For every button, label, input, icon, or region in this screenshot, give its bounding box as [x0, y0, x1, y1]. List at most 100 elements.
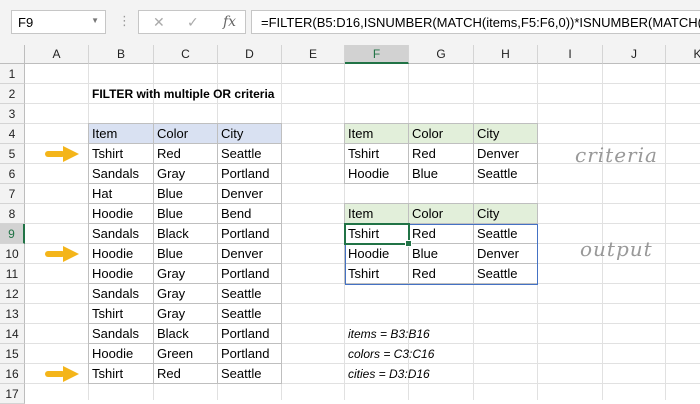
table-header[interactable]: Color	[408, 123, 474, 144]
table-header[interactable]: Item	[88, 123, 154, 144]
table-cell[interactable]: Sandals	[88, 223, 154, 244]
table-header[interactable]: City	[473, 123, 538, 144]
table-cell[interactable]: Blue	[153, 243, 218, 264]
column-header-k[interactable]: K	[666, 45, 700, 64]
table-cell[interactable]: Seattle	[217, 363, 282, 384]
column-header-g[interactable]: G	[409, 45, 474, 64]
named-range-note: items = B3:B16	[348, 327, 430, 341]
row-header-14[interactable]: 14	[0, 324, 25, 344]
row-header-17[interactable]: 17	[0, 384, 25, 404]
table-header[interactable]: City	[473, 203, 538, 224]
table-cell[interactable]: Sandals	[88, 323, 154, 344]
arrow-right-icon	[45, 366, 79, 382]
table-cell[interactable]: Seattle	[217, 303, 282, 324]
table-cell[interactable]: Sandals	[88, 163, 154, 184]
table-cell[interactable]: Gray	[153, 263, 218, 284]
table-cell[interactable]: Gray	[153, 163, 218, 184]
table-cell[interactable]: Seattle	[217, 283, 282, 304]
table-cell[interactable]: Hoodie	[88, 343, 154, 364]
table-cell[interactable]: Hoodie	[88, 243, 154, 264]
cancel-icon[interactable]: ✕	[153, 14, 165, 31]
row-header-11[interactable]: 11	[0, 264, 25, 284]
row-header-16[interactable]: 16	[0, 364, 25, 384]
table-cell[interactable]: Hoodie	[88, 203, 154, 224]
column-header-d[interactable]: D	[218, 45, 282, 64]
table-cell[interactable]: Tshirt	[88, 143, 154, 164]
table-cell[interactable]: Denver	[473, 143, 538, 164]
table-cell[interactable]: Denver	[217, 243, 282, 264]
row-header-4[interactable]: 4	[0, 124, 25, 144]
row-header-5[interactable]: 5	[0, 144, 25, 164]
table-cell[interactable]: Red	[153, 143, 218, 164]
row-header-13[interactable]: 13	[0, 304, 25, 324]
table-cell[interactable]: Portland	[217, 343, 282, 364]
table-cell[interactable]: Bend	[217, 203, 282, 224]
table-cell[interactable]: Tshirt	[88, 303, 154, 324]
table-header[interactable]: Color	[153, 123, 218, 144]
insert-function-icon[interactable]: fx	[223, 14, 236, 30]
table-cell[interactable]: Portland	[217, 323, 282, 344]
table-header[interactable]: Color	[408, 203, 474, 224]
table-cell[interactable]: Gray	[153, 283, 218, 304]
table-cell[interactable]: Portland	[217, 263, 282, 284]
column-header-f[interactable]: F	[345, 45, 409, 64]
select-all-button[interactable]	[0, 45, 25, 64]
column-header-a[interactable]: A	[25, 45, 89, 64]
table-cell[interactable]: Blue	[153, 183, 218, 204]
table-cell[interactable]: Red	[408, 223, 474, 244]
table-cell[interactable]: Red	[408, 143, 474, 164]
table-cell[interactable]: Hoodie	[344, 163, 409, 184]
row-header-8[interactable]: 8	[0, 204, 25, 224]
table-cell[interactable]: Denver	[217, 183, 282, 204]
table-header[interactable]: Item	[344, 123, 409, 144]
row-header-15[interactable]: 15	[0, 344, 25, 364]
table-cell[interactable]: Blue	[408, 163, 474, 184]
row-header-9[interactable]: 9	[0, 224, 25, 244]
name-box[interactable]: F9 ▼	[11, 10, 106, 34]
table-cell[interactable]: Tshirt	[344, 143, 409, 164]
table-cell[interactable]: Seattle	[473, 223, 538, 244]
column-header-i[interactable]: I	[538, 45, 603, 64]
table-cell[interactable]: Red	[408, 263, 474, 284]
row-header-10[interactable]: 10	[0, 244, 25, 264]
row-header-2[interactable]: 2	[0, 84, 25, 104]
table-cell[interactable]: Blue	[408, 243, 474, 264]
gridline	[602, 64, 603, 400]
table-cell[interactable]: Portland	[217, 223, 282, 244]
table-cell[interactable]: Blue	[153, 203, 218, 224]
formula-input[interactable]: =FILTER(B5:D16,ISNUMBER(MATCH(items,F5:F…	[251, 10, 700, 34]
row-header-6[interactable]: 6	[0, 164, 25, 184]
table-cell[interactable]: Hoodie	[344, 243, 409, 264]
row-header-1[interactable]: 1	[0, 64, 25, 84]
table-cell[interactable]: Hat	[88, 183, 154, 204]
enter-icon[interactable]: ✓	[187, 14, 199, 31]
table-cell[interactable]: Gray	[153, 303, 218, 324]
table-cell[interactable]: Tshirt	[344, 263, 409, 284]
column-header-h[interactable]: H	[474, 45, 538, 64]
named-range-note: cities = D3:D16	[348, 367, 430, 381]
column-header-b[interactable]: B	[89, 45, 154, 64]
table-header[interactable]: City	[217, 123, 282, 144]
table-cell[interactable]: Black	[153, 323, 218, 344]
table-cell[interactable]: Hoodie	[88, 263, 154, 284]
row-header-12[interactable]: 12	[0, 284, 25, 304]
column-header-c[interactable]: C	[154, 45, 218, 64]
table-cell[interactable]: Tshirt	[344, 223, 409, 244]
table-header[interactable]: Item	[344, 203, 409, 224]
column-header-e[interactable]: E	[282, 45, 345, 64]
table-cell[interactable]: Seattle	[473, 263, 538, 284]
table-cell[interactable]: Red	[153, 363, 218, 384]
row-header-3[interactable]: 3	[0, 104, 25, 124]
table-cell[interactable]: Tshirt	[88, 363, 154, 384]
table-cell[interactable]: Sandals	[88, 283, 154, 304]
chevron-down-icon[interactable]: ▼	[91, 16, 99, 25]
table-cell[interactable]: Portland	[217, 163, 282, 184]
table-cell[interactable]: Black	[153, 223, 218, 244]
table-cell[interactable]: Seattle	[217, 143, 282, 164]
table-cell[interactable]: Green	[153, 343, 218, 364]
drag-handle-icon[interactable]: ⋮	[118, 13, 131, 29]
row-header-7[interactable]: 7	[0, 184, 25, 204]
table-cell[interactable]: Seattle	[473, 163, 538, 184]
column-header-j[interactable]: J	[603, 45, 666, 64]
table-cell[interactable]: Denver	[473, 243, 538, 264]
